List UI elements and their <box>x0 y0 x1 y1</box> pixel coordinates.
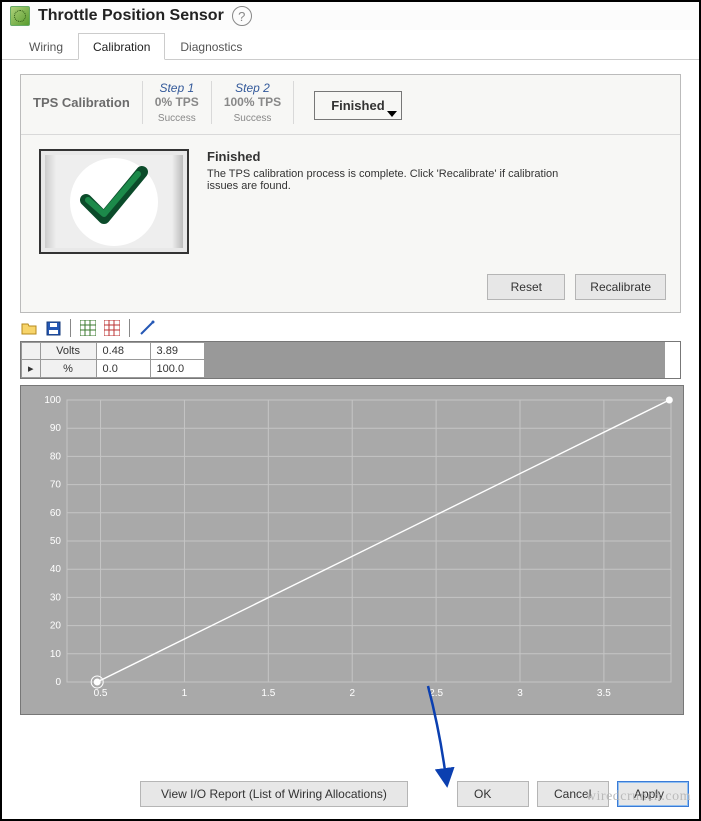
data-grid[interactable]: Volts 0.48 3.89 ▸ % 0.0 100.0 <box>20 341 681 379</box>
tab-calibration[interactable]: Calibration <box>78 33 165 60</box>
calibration-stepper: TPS Calibration Step 1 0% TPS Success St… <box>20 74 681 313</box>
table-row[interactable]: ▸ % 0.0 100.0 <box>22 360 665 378</box>
svg-text:1.5: 1.5 <box>261 688 275 699</box>
tab-diagnostics[interactable]: Diagnostics <box>165 33 257 60</box>
finished-body: The TPS calibration process is complete.… <box>207 168 567 192</box>
svg-text:30: 30 <box>50 592 62 603</box>
row-label: Volts <box>40 343 96 360</box>
step-2-label: Step 2 <box>235 81 270 95</box>
wand-icon[interactable] <box>138 319 156 337</box>
svg-text:1: 1 <box>182 688 188 699</box>
svg-text:70: 70 <box>50 480 62 491</box>
svg-text:80: 80 <box>50 451 62 462</box>
table-toolbar <box>20 313 681 341</box>
svg-text:60: 60 <box>50 508 62 519</box>
finished-pill[interactable]: Finished <box>314 91 401 120</box>
row-cursor-icon: ▸ <box>22 360 41 378</box>
cell[interactable]: 0.48 <box>96 343 150 360</box>
ok-button[interactable]: OK <box>457 781 529 807</box>
separator <box>129 319 130 337</box>
cell[interactable]: 0.0 <box>96 360 150 378</box>
row-label: % <box>40 360 96 378</box>
cell[interactable]: 100.0 <box>150 360 204 378</box>
svg-text:3: 3 <box>517 688 523 699</box>
cell[interactable]: 3.89 <box>150 343 204 360</box>
help-icon[interactable]: ? <box>232 6 252 26</box>
watermark: wiredcrunch.com <box>586 789 691 805</box>
table-delete-icon[interactable] <box>103 319 121 337</box>
checkmark-icon <box>74 158 154 238</box>
finished-graphic <box>39 149 189 254</box>
svg-text:0.5: 0.5 <box>94 688 108 699</box>
title-bar: Throttle Position Sensor ? <box>2 2 699 30</box>
step-2-status: Success <box>234 109 272 124</box>
separator <box>70 319 71 337</box>
svg-text:90: 90 <box>50 423 62 434</box>
finished-pill-label: Finished <box>331 98 384 113</box>
step-2-value: 100% TPS <box>224 95 281 109</box>
svg-text:100: 100 <box>44 395 61 406</box>
io-report-button[interactable]: View I/O Report (List of Wiring Allocati… <box>140 781 408 807</box>
svg-text:40: 40 <box>50 564 62 575</box>
tab-wiring[interactable]: Wiring <box>14 33 78 60</box>
window-title: Throttle Position Sensor <box>38 7 224 25</box>
finished-heading: Finished <box>207 149 567 164</box>
svg-text:2.5: 2.5 <box>429 688 443 699</box>
table-insert-icon[interactable] <box>79 319 97 337</box>
svg-text:3.5: 3.5 <box>597 688 611 699</box>
step-1-value: 0% TPS <box>155 95 199 109</box>
step-2: Step 2 100% TPS Success <box>212 81 294 124</box>
step-1-status: Success <box>158 109 196 124</box>
svg-text:2: 2 <box>349 688 355 699</box>
svg-text:20: 20 <box>50 621 62 632</box>
svg-text:0: 0 <box>55 677 61 688</box>
svg-text:50: 50 <box>50 536 62 547</box>
step-1: Step 1 0% TPS Success <box>143 81 212 124</box>
table-row[interactable]: Volts 0.48 3.89 <box>22 343 665 360</box>
calibration-chart[interactable]: 0 10 20 30 40 50 60 70 80 90 100 0.5 1 1.5 2 2.5 3 3.5 <box>20 385 684 715</box>
step-1-label: Step 1 <box>159 81 194 95</box>
dialog-window: Throttle Position Sensor ? Wiring Calibr… <box>0 0 701 821</box>
stepper-title: TPS Calibration <box>33 81 130 110</box>
reset-button[interactable]: Reset <box>487 274 565 300</box>
open-icon[interactable] <box>20 319 38 337</box>
tab-bar: Wiring Calibration Diagnostics <box>2 32 699 60</box>
chevron-down-icon <box>387 111 397 117</box>
svg-text:10: 10 <box>50 649 62 660</box>
app-icon <box>10 6 30 26</box>
save-icon[interactable] <box>44 319 62 337</box>
recalibrate-button[interactable]: Recalibrate <box>575 274 666 300</box>
finished-message: Finished The TPS calibration process is … <box>207 149 567 254</box>
